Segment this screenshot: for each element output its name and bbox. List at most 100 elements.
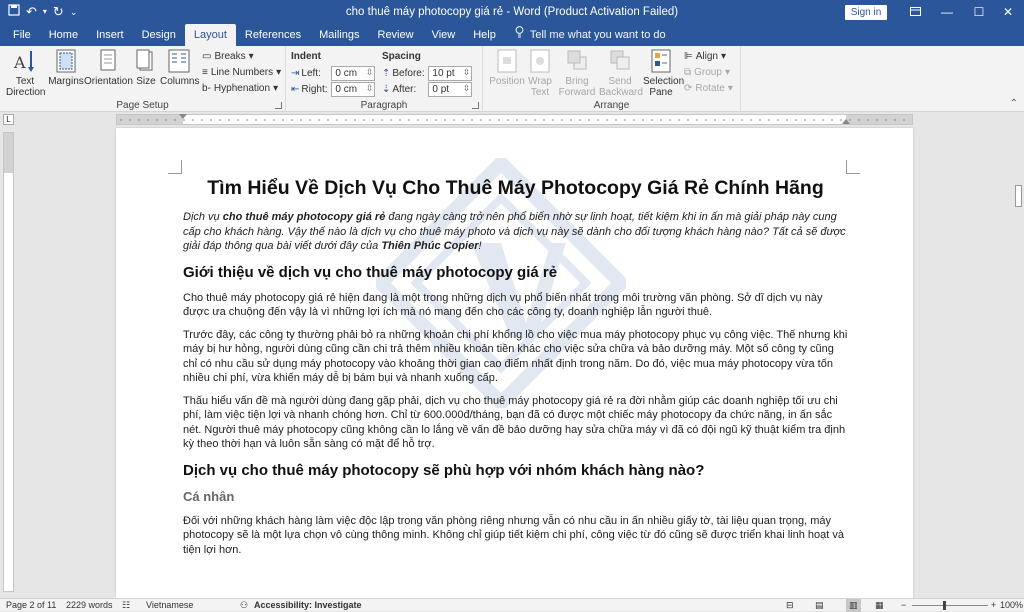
zoom-slider[interactable] — [912, 605, 988, 606]
accessibility-status[interactable]: Accessibility: Investigate — [254, 599, 362, 612]
chevron-down-icon: ▾ — [248, 51, 254, 62]
spacing-before-input[interactable]: 10 pt — [428, 66, 473, 81]
align-label: Align — [695, 51, 718, 62]
hyphenation-button[interactable]: b- Hyphenation ▾ — [202, 83, 278, 94]
tab-file[interactable]: File — [4, 24, 40, 46]
page-setup-launcher-icon[interactable] — [275, 102, 282, 109]
orientation-button[interactable]: Orientation — [84, 48, 133, 87]
align-icon: ⊫ — [684, 51, 693, 62]
tab-references[interactable]: References — [236, 24, 310, 46]
vertical-scrollbar[interactable] — [1013, 128, 1024, 598]
tell-me-search[interactable]: Tell me what you want to do — [505, 24, 666, 46]
tab-home[interactable]: Home — [40, 24, 87, 46]
intro-bold-keyword: cho thuê máy photocopy giá rẻ — [222, 211, 386, 223]
word-count[interactable]: 2229 words — [66, 599, 113, 612]
page-count[interactable]: Page 2 of 11 — [6, 599, 56, 612]
web-layout-icon[interactable]: ▦ — [875, 599, 884, 612]
zoom-level[interactable]: 100% — [1000, 599, 1023, 612]
chevron-down-icon: ▾ — [273, 83, 279, 94]
line-numbers-button[interactable]: ≡ Line Numbers ▾ — [202, 67, 281, 78]
right-indent-marker[interactable] — [842, 119, 850, 124]
paragraph-launcher-icon[interactable] — [472, 102, 479, 109]
close-icon[interactable]: ✕ — [992, 0, 1024, 24]
document-page[interactable]: Tìm Hiểu Về Dịch Vụ Cho Thuê Máy Photoco… — [116, 128, 913, 598]
first-line-indent-marker[interactable] — [179, 114, 187, 119]
wrap-text-label: Wrap Text — [528, 76, 552, 98]
zoom-out-icon[interactable]: − — [901, 599, 906, 612]
sign-in-button[interactable]: Sign in — [845, 5, 887, 20]
selection-pane-button[interactable]: Selection Pane — [643, 48, 684, 98]
wrap-text-button[interactable]: Wrap Text — [525, 48, 555, 98]
tab-view[interactable]: View — [423, 24, 465, 46]
horizontal-ruler[interactable] — [116, 114, 913, 125]
group-label: Group — [694, 67, 722, 78]
rotate-button[interactable]: ⟳ Rotate ▾ — [684, 83, 733, 94]
margins-button[interactable]: Margins — [48, 48, 84, 87]
heading-customer-groups: Dịch vụ cho thuê máy photocopy sẽ phù hợ… — [183, 461, 705, 479]
spacing-after-label: After: — [392, 84, 417, 95]
accessibility-icon: ⚇ — [240, 600, 249, 610]
zoom-slider-thumb[interactable] — [942, 601, 946, 610]
tab-review[interactable]: Review — [369, 24, 423, 46]
spacing-after-input[interactable]: 0 pt — [428, 82, 473, 97]
customize-qat-icon[interactable]: ⌄ — [70, 0, 78, 24]
bring-forward-label: Bring Forward — [558, 76, 596, 98]
title-bar: ↶ ▾ ↻ ⌄ cho thuê máy photocopy giá rẻ - … — [0, 0, 1024, 24]
tab-mailings[interactable]: Mailings — [310, 24, 368, 46]
undo-dropdown-icon[interactable]: ▾ — [43, 0, 47, 24]
indent-right-label: Right: — [301, 84, 328, 95]
focus-icon[interactable]: ⊟ — [786, 599, 794, 612]
tab-selector-icon[interactable]: L — [3, 114, 14, 125]
bring-forward-button[interactable]: Bring Forward — [557, 48, 597, 98]
indent-left-input[interactable]: 0 cm — [331, 66, 376, 81]
zoom-in-icon[interactable]: + — [991, 599, 996, 612]
indent-right-input[interactable]: 0 cm — [331, 82, 376, 97]
redo-icon[interactable]: ↻ — [53, 0, 64, 24]
ribbon: A Text Direction Margins Orientation Siz… — [0, 46, 1024, 112]
columns-button[interactable]: Columns — [160, 48, 199, 87]
group-button[interactable]: ⧉ Group ▾ — [684, 67, 730, 78]
spacing-after-icon: ⇣ — [382, 84, 391, 95]
selection-pane-icon — [649, 48, 673, 74]
spacing-before-icon: ⇡ — [382, 68, 391, 79]
send-backward-button[interactable]: Send Backward — [599, 48, 643, 98]
language-indicator[interactable]: Vietnamese — [146, 599, 193, 612]
vertical-ruler[interactable] — [3, 132, 14, 592]
orientation-label: Orientation — [84, 76, 133, 87]
crop-mark-top-left — [168, 160, 182, 174]
document-content[interactable]: Tìm Hiểu Về Dịch Vụ Cho Thuê Máy Photoco… — [183, 176, 848, 565]
body-paragraph: Cho thuê máy photocopy giá rẻ hiện đang … — [183, 291, 823, 319]
tell-me-text: Tell me what you want to do — [529, 29, 666, 41]
indent-right-row: ⇤ Right: 0 cm — [291, 82, 376, 97]
position-button[interactable]: Position — [489, 48, 525, 87]
columns-icon — [167, 48, 191, 74]
collapse-ribbon-icon[interactable]: ⌃ — [1010, 98, 1018, 109]
tab-help[interactable]: Help — [464, 24, 505, 46]
read-mode-icon[interactable]: ▤ — [815, 599, 824, 612]
maximize-icon[interactable]: ☐ — [963, 0, 995, 24]
tab-insert[interactable]: Insert — [87, 24, 133, 46]
bring-forward-icon — [565, 48, 589, 74]
align-button[interactable]: ⊫ Align ▾ — [684, 51, 726, 62]
size-button[interactable]: Size — [133, 48, 159, 87]
orientation-icon — [96, 48, 120, 74]
status-bar: Page 2 of 11 2229 words ☷ Vietnamese ⚇ A… — [0, 598, 1024, 612]
breaks-button[interactable]: ▭ Breaks ▾ — [202, 51, 254, 62]
wrap-text-icon — [528, 48, 552, 74]
indent-left-label: Left: — [301, 68, 321, 79]
tab-design[interactable]: Design — [133, 24, 185, 46]
undo-icon[interactable]: ↶ — [26, 0, 37, 24]
chevron-down-icon: ▾ — [727, 83, 733, 94]
text-direction-icon: A — [13, 48, 37, 74]
paragraph-group: Indent Spacing ⇥ Left: 0 cm ⇤ Right: 0 c… — [286, 46, 483, 112]
save-icon[interactable] — [8, 0, 20, 24]
chevron-down-icon: ▾ — [724, 67, 730, 78]
tab-layout[interactable]: Layout — [184, 24, 236, 46]
scrollbar-thumb[interactable] — [1015, 185, 1022, 207]
proofing-icon[interactable]: ☷ — [122, 599, 130, 612]
text-direction-button[interactable]: A Text Direction — [6, 48, 45, 98]
ribbon-display-options-icon[interactable] — [899, 0, 931, 24]
print-layout-icon[interactable]: ▥ — [846, 599, 861, 612]
horizontal-ruler-row: L — [0, 112, 1024, 127]
minimize-icon[interactable]: — — [931, 0, 963, 24]
